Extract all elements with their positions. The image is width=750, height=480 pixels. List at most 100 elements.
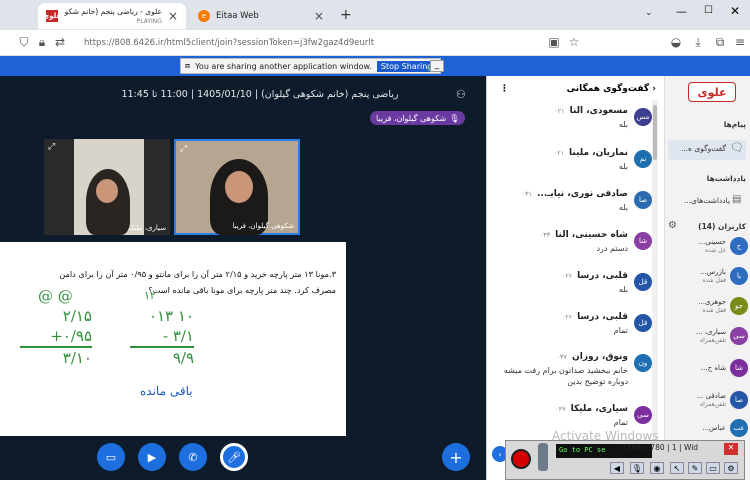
avatar: ون: [634, 354, 652, 372]
minimize-icon[interactable]: —: [676, 5, 687, 18]
presentation-whiteboard[interactable]: ۳.مونا ۱۳ متر پارچه خرید و ۲/۱۵ متر آن ر…: [0, 242, 346, 436]
camera-button[interactable]: ▶︎: [138, 443, 166, 471]
handwritten-addition: @ @ ۲/۱۵ +۰/۹۵ ۳/۱۰: [20, 286, 92, 368]
close-icon[interactable]: ×: [314, 9, 324, 23]
avatar: جو: [730, 297, 748, 315]
pocket-icon[interactable]: ◒: [668, 35, 684, 49]
calc-line: ۲/۱۵: [62, 307, 92, 325]
avatar: سی: [730, 327, 748, 345]
brand-logo: علوی: [688, 82, 736, 102]
chevron-right-icon[interactable]: ‹: [652, 84, 656, 94]
user-list-item[interactable]: شا شاه ح...: [668, 354, 748, 382]
folder-icon[interactable]: ▭: [706, 462, 720, 474]
problem-line: ۳.مونا ۱۳ متر پارچه خرید و ۲/۱۵ متر آن ر…: [59, 269, 336, 279]
remaining-label: باقی مانده: [140, 384, 193, 398]
user-name: صادقی ...: [696, 392, 726, 400]
cursor-icon[interactable]: ↖: [670, 462, 684, 474]
user-list-item[interactable]: صا صادقی ... تلفن‌همراه: [668, 386, 748, 414]
user-status: قفل شده: [702, 277, 726, 284]
video-tile[interactable]: ⤢ سیاری، ملیک: [44, 139, 170, 235]
microphone-icon: 🎙︎: [449, 113, 460, 123]
shared-notes-item[interactable]: یادداشت‌های...: [668, 196, 730, 205]
user-name: شاه ح...: [700, 363, 726, 372]
stop-sharing-button[interactable]: Stop Sharing: [376, 60, 437, 72]
message-text: تمام: [613, 418, 628, 427]
chat-message: نم نماریان، ملینا۰۲۱ بله: [496, 148, 652, 172]
calc-line: ۰۱۳ ۱۰: [148, 307, 194, 325]
user-list-item[interactable]: با بازرس... قفل شده: [668, 262, 748, 290]
chat-message: قل قلبی، درسا۰۲۶ بله: [496, 271, 652, 295]
more-options-icon[interactable]: ⋮: [500, 84, 509, 94]
video-label: سیاری، ملیک: [128, 224, 166, 232]
eitaa-icon: e: [198, 10, 210, 22]
sender-name: قلبی، درسا۰۲۶: [561, 312, 628, 322]
record-button[interactable]: [511, 449, 531, 469]
calc-line: - ۳/۱: [130, 326, 194, 348]
close-icon[interactable]: ✕: [724, 443, 738, 455]
actions-plus-button[interactable]: +: [442, 443, 470, 471]
address-bar[interactable]: https://808.6426.ir/html5client/join?ses…: [80, 33, 590, 53]
hide-sharing-button[interactable]: _: [430, 60, 444, 72]
tab-title: علوی - ریاضی پنجم (خانم شکوه... PLAYING: [64, 7, 162, 25]
recorder-resolution: 1366 x 780 | 1 | Wid: [622, 443, 699, 452]
calc-line: ۱۲: [144, 289, 156, 302]
shield-icon[interactable]: ⛉: [16, 35, 32, 50]
handwritten-subtraction: ۱۲ ۰۱۳ ۱۰ - ۳/۱ ۹/۹: [130, 286, 194, 368]
chevron-down-icon[interactable]: ⌄: [645, 8, 653, 18]
user-status: تلفن‌همراه: [699, 337, 726, 344]
microphone-icon[interactable]: 🎙︎: [630, 462, 644, 474]
calc-line: +۰/۹۵: [20, 326, 92, 348]
new-tab-icon[interactable]: +: [340, 7, 352, 23]
avatar: عب: [730, 419, 748, 437]
sharing-message: You are sharing another application wind…: [195, 61, 372, 71]
sender-name: سیاری، ملیکا۰۴۷: [555, 404, 628, 414]
chat-bubble-icon: 🗨︎: [730, 141, 744, 154]
close-window-icon[interactable]: ✕: [730, 4, 740, 18]
messages-heading: پیام‌ها: [723, 120, 746, 129]
webcam-icon[interactable]: ◉: [650, 462, 664, 474]
user-list-item[interactable]: عب عباس...: [668, 414, 748, 442]
settings-icon[interactable]: ⚙: [724, 462, 738, 474]
avatar: صا: [634, 191, 652, 209]
user-settings-icon[interactable]: ⚇: [456, 88, 466, 101]
extensions-icon[interactable]: ⧉: [712, 35, 728, 50]
tab-eitaa[interactable]: e Eitaa Web ×: [190, 3, 332, 29]
download-icon[interactable]: ⤓: [690, 35, 706, 50]
users-heading: کاربران (14): [698, 222, 746, 231]
fullscreen-icon[interactable]: ⤢: [180, 144, 187, 154]
message-text: دستم درد: [596, 244, 628, 253]
menu-icon[interactable]: ≡: [732, 35, 748, 49]
maximize-icon[interactable]: ☐: [704, 5, 713, 16]
notes-icon: ▤: [732, 194, 742, 205]
speaker-icon[interactable]: ◀: [610, 462, 624, 474]
tab-current[interactable]: علوی علوی - ریاضی پنجم (خانم شکوه... PLAY…: [38, 3, 186, 29]
user-list-item[interactable]: جو جوهری... قفل شده: [668, 292, 748, 320]
person-face: [96, 179, 118, 203]
bookmark-star-icon[interactable]: ☆: [566, 35, 582, 49]
video-tile-speaking[interactable]: ⤢ شکوهی گیلوان، فریبا: [174, 139, 300, 235]
avatar: مس: [634, 108, 652, 126]
user-list-item[interactable]: ح حسینی... غل شده: [668, 232, 748, 260]
sender-name: ونوق، روزان۰۳۷: [556, 352, 628, 362]
person-face: [225, 171, 253, 203]
message-time: ۰۲۱: [553, 149, 565, 157]
screen-share-button[interactable]: ▭: [97, 443, 125, 471]
gear-icon[interactable]: ⚙: [668, 220, 677, 231]
fullscreen-icon[interactable]: ⤢: [48, 142, 55, 152]
microphone-button[interactable]: 🎤︎: [220, 443, 248, 471]
avatar: قل: [634, 314, 652, 332]
leave-audio-button[interactable]: ✆: [179, 443, 207, 471]
chat-message: شا شاه حسینی، النا۰۳۳ دستم درد: [496, 230, 652, 254]
screen-share-icon[interactable]: ▣: [546, 35, 562, 49]
tab-title: Eitaa Web: [216, 11, 259, 21]
pen-icon[interactable]: ✎: [688, 462, 702, 474]
permissions-icon[interactable]: ⇄: [52, 35, 68, 49]
user-status: تلفن‌همراه: [699, 401, 726, 408]
lock-icon[interactable]: 🔒︎: [34, 35, 50, 50]
close-icon[interactable]: ×: [168, 9, 178, 23]
avatar: با: [730, 267, 748, 285]
user-list-item[interactable]: سی سیاری، ... تلفن‌همراه: [668, 322, 748, 350]
message-text: خانم ببخشید صداتون برام رفت میشه دوباره …: [503, 366, 628, 386]
user-name: بازرس...: [699, 268, 726, 276]
scrollbar-thumb[interactable]: [653, 105, 657, 160]
